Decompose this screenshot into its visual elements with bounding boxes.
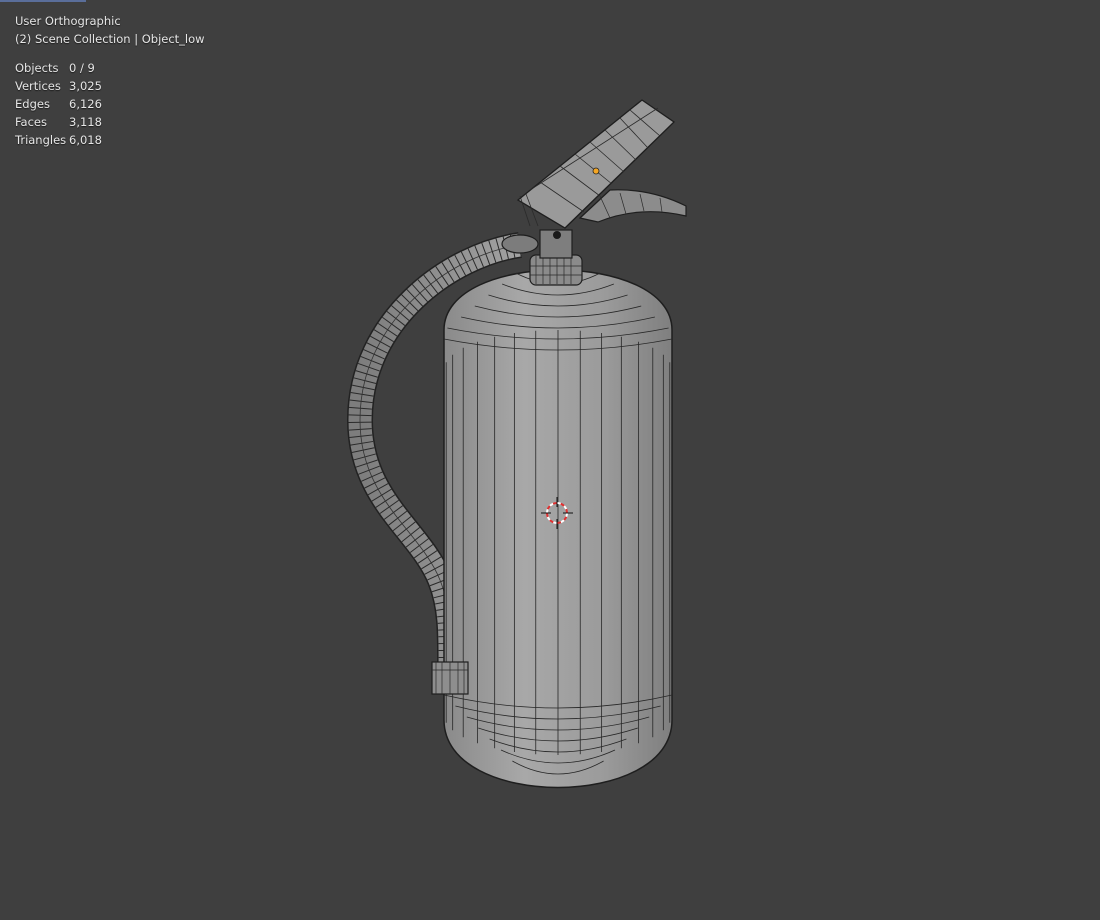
hose-connector [501, 234, 539, 254]
origin-point-icon [592, 167, 600, 175]
fire-extinguisher-mesh[interactable] [0, 0, 1100, 920]
valve-neck [529, 254, 583, 286]
3d-viewport[interactable]: User Orthographic (2) Scene Collection |… [0, 0, 1100, 920]
valve-pin [553, 231, 561, 239]
